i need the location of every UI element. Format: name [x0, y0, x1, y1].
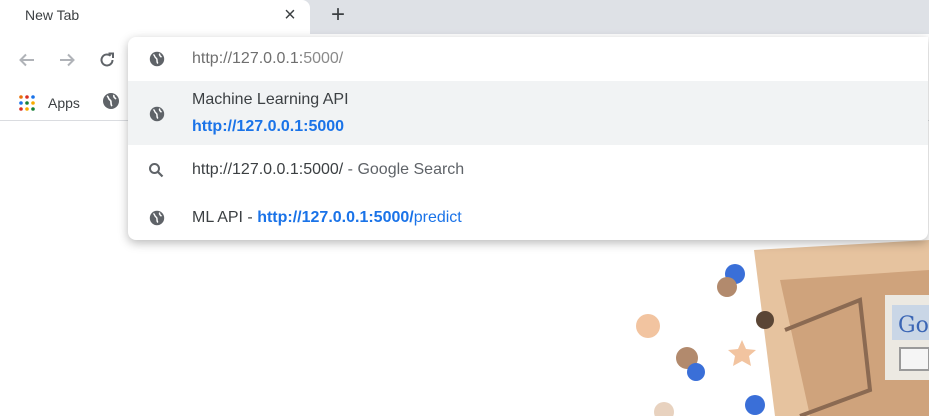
globe-icon [149, 210, 165, 226]
tab-strip: New Tab × + [0, 0, 929, 34]
arrow-forward-icon [60, 53, 75, 67]
address-bar[interactable]: http://127.0.0.1:5000/ [128, 37, 928, 81]
globe-icon [103, 93, 119, 109]
suggestion-url: http://127.0.0.1:5000 [192, 118, 345, 135]
address-path: 5000/ [303, 50, 344, 67]
back-button[interactable] [14, 47, 40, 73]
suggestion-url-path: predict [413, 209, 462, 226]
address-host: http://127.0.0.1: [192, 50, 304, 67]
address-input[interactable]: http://127.0.0.1:5000/ [192, 50, 343, 68]
arrow-back-icon [19, 53, 34, 67]
reload-button[interactable] [94, 47, 120, 73]
suggestion-title: Machine Learning API [192, 91, 349, 108]
suggestion-ml-api-predict[interactable]: ML API - http://127.0.0.1:5000/predict [128, 195, 928, 240]
new-tab-button[interactable]: + [326, 3, 350, 27]
doodle-lettering: Go [898, 313, 929, 338]
apps-label: Apps [48, 95, 80, 111]
bookmark-globe[interactable] [101, 91, 121, 116]
omnibox-dropdown: http://127.0.0.1:5000/ Machine Learning … [128, 37, 928, 240]
tab-close-button[interactable]: × [280, 4, 300, 26]
suggestion-separator: - [242, 209, 258, 226]
apps-shortcut[interactable]: Apps [18, 90, 80, 116]
reload-icon [100, 52, 114, 67]
tab-new-tab[interactable]: New Tab × [0, 0, 310, 34]
forward-button[interactable] [54, 47, 80, 73]
search-query: http://127.0.0.1:5000/ [192, 161, 344, 178]
suggestion-machine-learning-api[interactable]: Machine Learning API http://127.0.0.1:50… [128, 81, 928, 145]
doodle-illustration: Go [636, 240, 929, 416]
search-suffix: - Google Search [343, 161, 465, 178]
search-query-text: http://127.0.0.1:5000/ - Google Search [192, 161, 464, 179]
globe-icon [149, 106, 165, 122]
suggestion-url-host: http://127.0.0.1:5000/ [257, 209, 414, 226]
search-icon [149, 163, 164, 178]
globe-icon [149, 51, 165, 67]
suggestion-title: ML API [192, 209, 243, 226]
suggestion-text: ML API - http://127.0.0.1:5000/predict [192, 209, 462, 227]
suggestion-google-search[interactable]: http://127.0.0.1:5000/ - Google Search [128, 145, 928, 195]
tab-title: New Tab [25, 7, 80, 23]
apps-grid-icon [19, 95, 35, 111]
